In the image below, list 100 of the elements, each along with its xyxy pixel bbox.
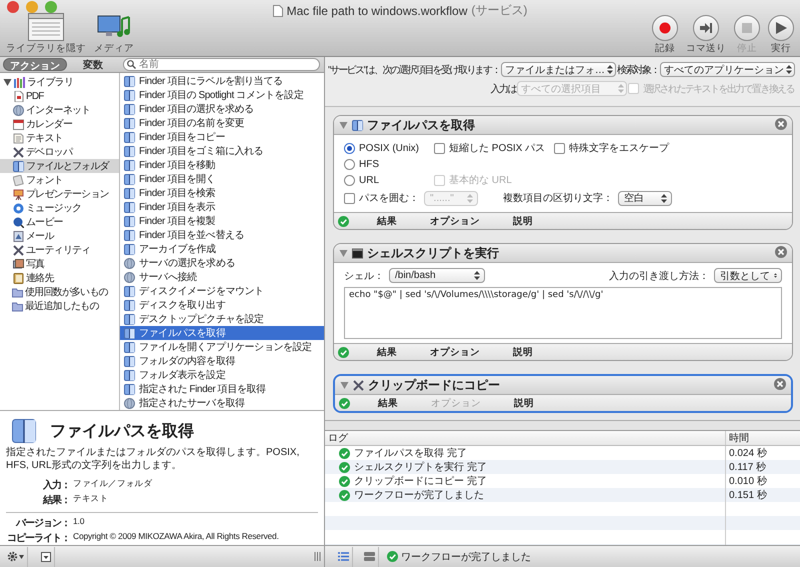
sidebar-item[interactable]: ファイルとフォルダ (0, 159, 119, 173)
action-item[interactable]: Finder 項目をコピー (120, 130, 324, 144)
sidebar-item[interactable]: 連絡先 (0, 271, 119, 285)
card-title: ファイルパスを取得 (367, 116, 476, 134)
action-item[interactable]: 指定されたサーバを取得 (120, 396, 324, 410)
checkbox-label: パスを囲む： (359, 192, 419, 205)
sidebar-item[interactable]: 最近追加したもの (0, 299, 119, 313)
action-item[interactable]: ディスクイメージをマウント (120, 284, 324, 298)
pass-input-popup[interactable]: 引数として (714, 268, 782, 283)
field-value: テキスト (73, 493, 110, 505)
toolbar-button[interactable]: コマ送り (684, 15, 728, 55)
script-editor[interactable]: echo "$@" | sed 's/\/Volumes/\\\\storage/g' | sed 's/\//\\/g' (344, 287, 782, 339)
log-time: 0.151 秒 (729, 488, 767, 502)
shell-popup[interactable]: /bin/bash (389, 268, 485, 283)
sidebar-item[interactable]: フォント (0, 173, 119, 187)
tab[interactable]: 変数 (77, 58, 109, 71)
action-item[interactable]: Finder 項目を表示 (120, 200, 324, 214)
action-item[interactable]: Finder 項目をゴミ箱に入れる (120, 144, 324, 158)
card-tab[interactable]: 結果 (357, 346, 417, 358)
card-tab[interactable]: 説明 (493, 346, 553, 358)
target-label: 検索対象： (616, 64, 659, 76)
action-item[interactable]: Finder 項目にラベルを割り当てる (120, 74, 324, 88)
tab[interactable]: アクション (3, 58, 67, 71)
sidebar-item[interactable]: デベロッパ (0, 145, 119, 159)
sidebar-item[interactable]: プレゼンテーション (0, 187, 119, 201)
toolbar-button[interactable]: ライブラリを隠す (4, 13, 88, 55)
action-item[interactable]: ディスクを取り出す (120, 298, 324, 312)
separator-label: 複数項目の区切り文字： (503, 192, 613, 205)
action-item[interactable]: Finder 項目の選択を求める (120, 102, 324, 116)
sidebar-item[interactable]: 写真 (0, 257, 119, 271)
card-tab[interactable]: オプション (425, 346, 485, 358)
window-subtitle: (サービス) (471, 2, 528, 19)
sidebar-item[interactable]: テキスト (0, 131, 119, 145)
log-time: 0.010 秒 (729, 474, 767, 488)
separator-popup[interactable]: 空白 (618, 190, 672, 206)
action-item[interactable]: Finder 項目を移動 (120, 158, 324, 172)
field-label: コピーライト： (6, 532, 70, 545)
checkbox-label: 基本的な URL (449, 174, 512, 187)
sidebar-item[interactable]: メール (0, 229, 119, 243)
field-label: 入力： (42, 478, 70, 492)
input-type-popup[interactable]: ファイルまたはフォ… (500, 62, 616, 77)
log-message: シェルスクリプトを実行 完了 (354, 460, 487, 474)
field-value: ファイル／フォルダ (73, 478, 154, 490)
action-item[interactable]: Finder 項目を開く (120, 172, 324, 186)
checkbox-label: 短縮した POSIX パス (449, 142, 546, 155)
action-item[interactable]: デスクトップピクチャを設定 (120, 312, 324, 326)
log-time: 0.024 秒 (729, 446, 767, 460)
card-tab[interactable]: 結果 (358, 396, 418, 410)
card-tab[interactable]: 説明 (493, 214, 553, 228)
card-title: シェルスクリプトを実行 (367, 244, 500, 262)
card-tab[interactable]: 結果 (357, 214, 417, 228)
action-item[interactable]: 指定された Finder 項目を取得 (120, 382, 324, 396)
column-header: 時間 (729, 432, 749, 445)
action-item[interactable]: Finder 項目を検索 (120, 186, 324, 200)
sidebar-item[interactable]: ライブラリ (0, 75, 119, 89)
action-item[interactable]: アーカイブを作成 (120, 242, 324, 256)
sidebar-item[interactable]: ユーティリティ (0, 243, 119, 257)
sidebar-item[interactable]: インターネット (0, 103, 119, 117)
search-field[interactable]: 名前 (123, 58, 320, 71)
sidebar-item[interactable]: ミュージック (0, 201, 119, 215)
radio-label: URL (359, 174, 380, 186)
description-text: 指定されたファイルまたはフォルダのパスを取得します。POSIX, HFS, URL形式の文字列を出力します。 (6, 446, 300, 472)
checkbox-label: 選択されたテキストを出力で置き換える (642, 82, 794, 96)
sidebar-item[interactable]: 使用回数が多いもの (0, 285, 119, 299)
action-item[interactable]: ファイルを開くアプリケーションを設定 (120, 340, 324, 354)
radio-label: HFS (359, 158, 379, 170)
radio-label: POSIX (Unix) (359, 142, 420, 154)
sidebar-item[interactable]: ムービー (0, 215, 119, 229)
action-item[interactable]: ファイルパスを取得 (120, 326, 324, 340)
action-item[interactable]: Finder 項目を複製 (120, 214, 324, 228)
log-message: ワークフローが完了しました (354, 488, 484, 502)
sidebar-item[interactable]: PDF (0, 89, 119, 103)
service-label: "サービス"は、次の選択項目を受け取ります： (328, 64, 500, 76)
action-item[interactable]: Finder 項目の名前を変更 (120, 116, 324, 130)
log-message: クリップボードにコピー 完了 (354, 474, 487, 488)
field-label: 結果： (42, 494, 70, 507)
pass-input-label: 入力の引き渡し方法： (609, 270, 709, 282)
window-title: Mac file path to windows.workflow (286, 4, 468, 18)
action-item[interactable]: サーバの選択を求める (120, 256, 324, 270)
action-card[interactable]: シェルスクリプトを実行 シェル： /bin/bash 入力の引き渡し方法： 引数として echo "$@" | sed 's/\/Volumes/\\\\storage/g' | sed 's/\//\\/g' 結果 オプション 説明 (333, 243, 793, 361)
action-item[interactable]: フォルダ表示を設定 (120, 368, 324, 382)
column-header: ログ (328, 432, 348, 445)
shell-label: シェル： (344, 270, 384, 282)
card-tab[interactable]: オプション (425, 214, 485, 228)
card-title: クリップボードにコピー (368, 376, 501, 394)
sidebar-item[interactable]: カレンダー (0, 117, 119, 131)
status-message: ワークフローが完了しました (401, 550, 531, 564)
log-time: 0.117 秒 (729, 460, 766, 474)
action-item[interactable]: フォルダの内容を取得 (120, 354, 324, 368)
checkbox-label: 特殊文字をエスケープ (569, 142, 669, 155)
description-title: ファイルパスを取得 (50, 422, 194, 442)
log-message: ファイルパスを取得 完了 (354, 446, 467, 460)
action-item[interactable]: Finder 項目の Spotlight コメントを設定 (120, 88, 324, 102)
card-tab[interactable]: 説明 (494, 396, 554, 410)
action-item[interactable]: サーバへ接続 (120, 270, 324, 284)
field-value: Copyright © 2009 MIKOZAWA Akira, All Rights Reserved. (73, 531, 280, 543)
action-item[interactable]: Finder 項目を並べ替える (120, 228, 324, 242)
application-popup[interactable]: すべてのアプリケーション (660, 62, 795, 77)
field-value: 1.0 (73, 516, 86, 528)
toolbar-button[interactable]: メディア (92, 13, 136, 55)
